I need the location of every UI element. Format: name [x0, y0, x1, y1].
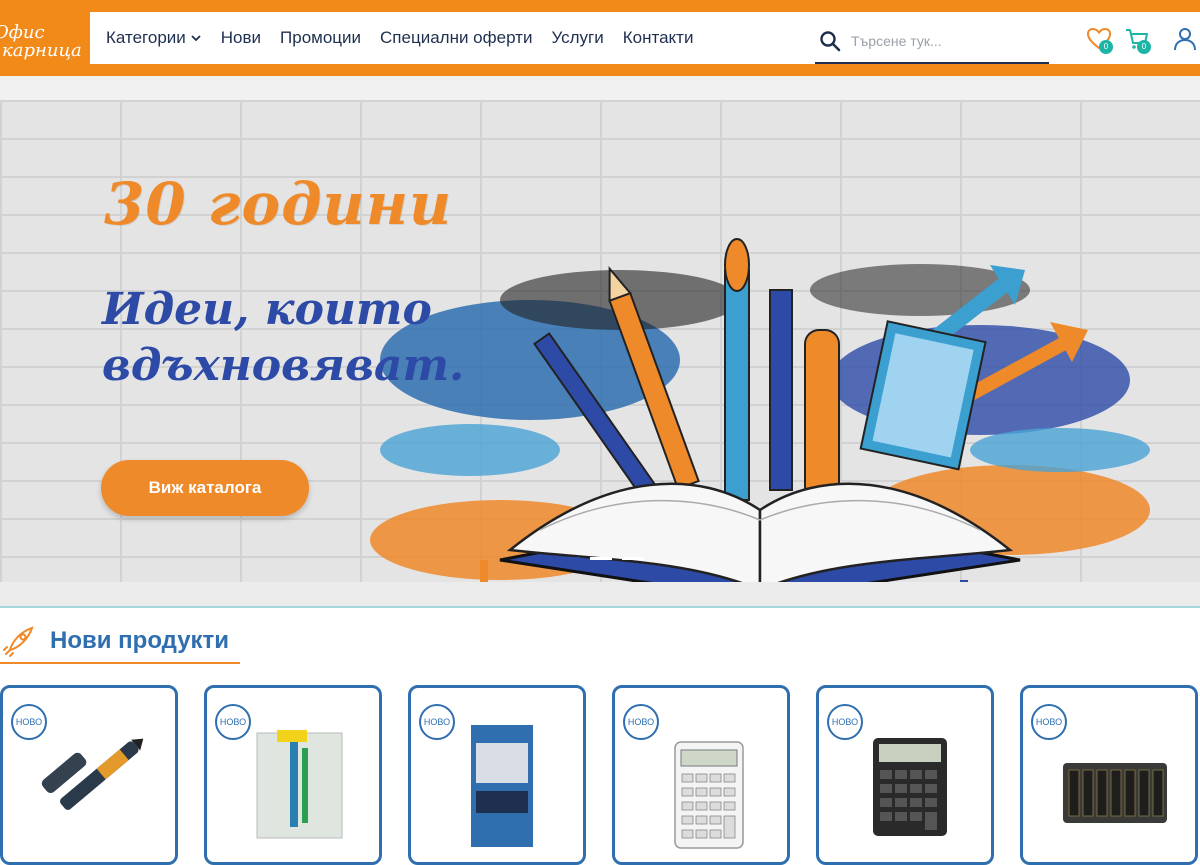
slider-dot-3[interactable]	[622, 557, 644, 560]
product-card[interactable]: НОВО	[408, 685, 586, 865]
rocket-icon	[3, 626, 34, 657]
stationery-splash-illustration	[370, 238, 1150, 582]
hero-top-padding	[0, 76, 1200, 100]
calculator-white-icon	[674, 741, 744, 849]
nav-item-label: Категории	[106, 28, 186, 47]
cash-book-icon	[471, 725, 533, 847]
new-badge: НОВО	[419, 704, 455, 740]
nav-item-label: Промоции	[280, 28, 362, 47]
site-logo[interactable]: Офис карница	[0, 0, 90, 76]
nav-item-categories[interactable]: Категории	[106, 28, 202, 48]
new-badge: НОВО	[623, 704, 659, 740]
nav-item-label: Услуги	[551, 28, 604, 47]
nav-item-label: Специални оферти	[380, 28, 533, 47]
product-card[interactable]: НОВО	[1020, 685, 1198, 865]
product-card[interactable]: НОВО	[816, 685, 994, 865]
user-account-icon[interactable]	[1172, 26, 1198, 52]
pen-blister-pack-icon	[256, 730, 343, 839]
nav-item-promotions[interactable]: Промоции	[280, 28, 361, 48]
product-card[interactable]: НОВО	[204, 685, 382, 865]
product-card[interactable]: НОВО	[612, 685, 790, 865]
main-nav: Категории Нови Промоции Специални оферти…	[106, 12, 712, 64]
header-top-stripe	[0, 0, 1200, 12]
nav-item-label: Контакти	[622, 28, 694, 47]
new-badge: НОВО	[827, 704, 863, 740]
calculator-black-icon	[873, 738, 947, 836]
search-box	[815, 20, 1049, 64]
wishlist-count-badge: 0	[1099, 40, 1113, 54]
search-icon[interactable]	[819, 30, 841, 52]
slider-dot-2[interactable]	[590, 557, 612, 560]
header-bottom-stripe	[0, 64, 1200, 76]
hero-subtitle: Идеи, които вдъхновяват.	[102, 284, 465, 391]
chevron-down-icon	[191, 35, 201, 42]
coin-tray-icon	[1063, 763, 1167, 823]
nav-item-label: Нови	[220, 28, 262, 47]
product-card[interactable]: НОВО	[0, 685, 178, 865]
nav-item-services[interactable]: Услуги	[551, 28, 603, 48]
slider-dots	[558, 557, 644, 560]
section-title-underline	[0, 662, 240, 664]
slider-dot-1[interactable]	[558, 557, 580, 560]
search-input[interactable]	[849, 32, 1043, 50]
section-title: Нови продукти	[50, 627, 230, 654]
nav-item-special-offers[interactable]: Специални оферти	[380, 28, 532, 48]
new-badge: НОВО	[215, 704, 251, 740]
cart-count-badge: 0	[1137, 40, 1151, 54]
nav-item-new[interactable]: Нови	[221, 28, 261, 48]
view-catalog-button[interactable]: Виж каталога	[101, 460, 309, 516]
hero-bottom-padding	[0, 582, 1200, 606]
new-badge: НОВО	[1031, 704, 1067, 740]
nav-item-contacts[interactable]: Контакти	[623, 28, 694, 48]
section-divider	[0, 606, 1200, 608]
logo-text-line2: карница	[2, 40, 82, 61]
hero-title: 30 години	[104, 170, 453, 238]
marker-pen-icon	[41, 738, 144, 810]
